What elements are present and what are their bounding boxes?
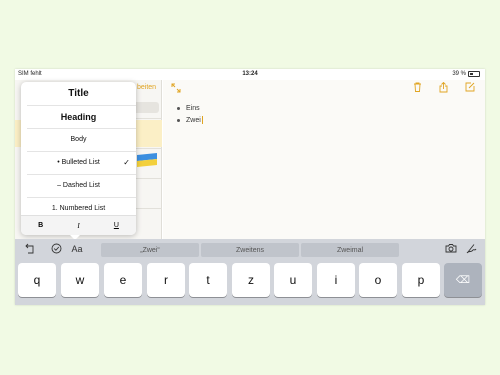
bullet-text: Zwei <box>186 116 201 124</box>
key-w[interactable]: w <box>61 263 99 297</box>
expand-icon[interactable] <box>171 83 183 95</box>
note-thumbnail <box>137 152 157 168</box>
bullet-text: Eins <box>186 104 200 112</box>
backspace-key[interactable]: ⌫ <box>444 263 482 297</box>
key-t[interactable]: t <box>189 263 227 297</box>
key-u[interactable]: u <box>274 263 312 297</box>
bullet-dot-icon <box>177 118 180 122</box>
battery-indicator: 39 % <box>452 71 480 77</box>
pen-icon[interactable] <box>465 243 477 256</box>
key-row-top: q w e r t z u i o p ⌫ <box>15 263 485 299</box>
text-style-bar: B I U <box>21 215 136 235</box>
format-text-icon[interactable]: Aa <box>69 243 85 256</box>
key-r[interactable]: r <box>147 263 185 297</box>
format-heading[interactable]: Heading <box>21 105 136 128</box>
bullet-item: Eins <box>177 102 203 114</box>
battery-percent: 39 % <box>452 71 466 77</box>
suggestion[interactable]: „Zwei“ <box>101 243 199 257</box>
note-editor[interactable]: Eins Zwei <box>163 80 485 239</box>
keyboard: Aa „Zwei“ Zweitens Zweimal q w e r t z u… <box>15 239 485 305</box>
bullet-item: Zwei <box>177 114 203 126</box>
format-bulleted-list-label: • Bulleted List <box>57 159 100 166</box>
key-i[interactable]: i <box>317 263 355 297</box>
clock: 13:24 <box>242 71 258 77</box>
battery-icon <box>468 71 480 77</box>
key-p[interactable]: p <box>402 263 440 297</box>
shortcut-bar: Aa „Zwei“ Zweitens Zweimal <box>15 239 485 260</box>
format-bulleted-list[interactable]: • Bulleted List ✓ <box>21 151 136 174</box>
underline-button[interactable]: U <box>114 222 119 229</box>
bold-button[interactable]: B <box>38 222 43 229</box>
bullet-dot-icon <box>177 106 180 110</box>
share-icon[interactable] <box>437 81 450 95</box>
note-content[interactable]: Eins Zwei <box>177 102 203 126</box>
suggestion[interactable]: Zweimal <box>301 243 399 257</box>
format-popover: Title Heading Body • Bulleted List ✓ – D… <box>21 82 136 235</box>
key-e[interactable]: e <box>104 263 142 297</box>
camera-icon[interactable] <box>445 243 457 256</box>
undo-icon[interactable] <box>24 243 36 256</box>
suggestion[interactable]: Zweitens <box>201 243 299 257</box>
key-o[interactable]: o <box>359 263 397 297</box>
trash-icon[interactable] <box>411 82 424 95</box>
ipad-screen: SIM fehlt 13:24 39 % beiten Eins Zwei Ti… <box>15 69 485 305</box>
compose-icon[interactable] <box>463 82 476 95</box>
checkmark-icon: ✓ <box>123 158 130 167</box>
key-z[interactable]: z <box>232 263 270 297</box>
format-body[interactable]: Body <box>21 128 136 151</box>
checklist-icon[interactable] <box>50 243 62 256</box>
format-title[interactable]: Title <box>21 82 136 105</box>
italic-button[interactable]: I <box>77 222 79 230</box>
text-cursor <box>201 116 203 124</box>
key-q[interactable]: q <box>18 263 56 297</box>
edit-button[interactable]: beiten <box>137 84 156 91</box>
format-dashed-list[interactable]: – Dashed List <box>21 174 136 197</box>
status-bar: SIM fehlt 13:24 39 % <box>15 69 485 80</box>
